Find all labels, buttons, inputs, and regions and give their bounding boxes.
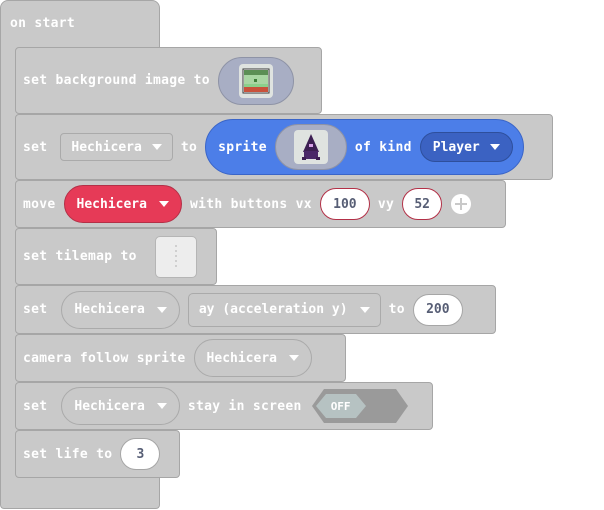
- property-dropdown-label: ay (acceleration y): [198, 302, 348, 317]
- set-label: set: [23, 302, 48, 317]
- accel-sprite-dropdown-label: Hechicera: [74, 302, 145, 317]
- chevron-down-icon: [151, 144, 162, 150]
- wizard-sprite-icon: [293, 130, 328, 164]
- stay-in-screen-toggle[interactable]: OFF: [311, 389, 408, 423]
- set-background-image-block[interactable]: set background image to: [15, 47, 322, 114]
- chevron-down-icon: [489, 144, 500, 150]
- stay-sprite-dropdown-label: Hechicera: [74, 398, 145, 414]
- on-start-label: on start: [10, 16, 76, 31]
- property-dropdown[interactable]: ay (acceleration y): [187, 292, 381, 327]
- vx-input[interactable]: 100: [319, 188, 370, 220]
- stay-in-screen-label: stay in screen: [187, 398, 302, 414]
- with-buttons-vx-label: with buttons vx: [189, 196, 312, 212]
- accel-sprite-dropdown[interactable]: Hechicera: [61, 290, 180, 329]
- add-plus-icon[interactable]: [450, 193, 472, 215]
- variable-dropdown-label: Hechicera: [71, 139, 142, 155]
- kind-dropdown-label: Player: [432, 139, 480, 155]
- set-life-label: set life to: [23, 446, 113, 462]
- tilemap-thumbnail-icon: [174, 244, 177, 267]
- background-image-thumbnail-icon: [238, 63, 273, 98]
- camera-sprite-dropdown-label: Hechicera: [206, 350, 277, 366]
- set-sprite-block[interactable]: set Hechicera to sprite of kind Player: [15, 114, 553, 180]
- life-value-input[interactable]: 3: [120, 438, 161, 470]
- to-label: to: [388, 302, 405, 317]
- toggle-off-label: OFF: [330, 399, 351, 413]
- vy-label: vy: [377, 196, 395, 212]
- variable-dropdown[interactable]: Hechicera: [60, 133, 173, 161]
- move-sprite-dropdown[interactable]: Hechicera: [63, 185, 182, 223]
- sprite-image-picker[interactable]: [274, 124, 347, 170]
- set-life-block[interactable]: set life to 3: [15, 430, 180, 478]
- chevron-down-icon: [156, 306, 167, 313]
- background-image-picker[interactable]: [217, 56, 294, 105]
- move-label: move: [23, 196, 56, 212]
- kind-dropdown[interactable]: Player: [419, 132, 513, 162]
- set-label: set: [23, 398, 48, 414]
- tilemap-picker[interactable]: [154, 235, 197, 278]
- camera-sprite-dropdown[interactable]: Hechicera: [193, 339, 312, 377]
- sprite-of-kind-block[interactable]: sprite of kind Player: [205, 119, 524, 175]
- chevron-down-icon: [289, 355, 299, 361]
- move-sprite-dropdown-label: Hechicera: [76, 196, 147, 212]
- chevron-down-icon: [359, 306, 370, 313]
- stay-sprite-dropdown[interactable]: Hechicera: [61, 387, 180, 425]
- camera-follow-label: camera follow sprite: [23, 350, 186, 366]
- to-label: to: [180, 139, 198, 155]
- of-kind-label: of kind: [354, 139, 412, 155]
- camera-follow-block[interactable]: camera follow sprite Hechicera: [15, 334, 346, 382]
- move-with-buttons-block[interactable]: move Hechicera with buttons vx 100 vy 52: [15, 180, 506, 228]
- acceleration-value-input[interactable]: 200: [412, 293, 463, 326]
- set-tilemap-block[interactable]: set tilemap to: [15, 228, 217, 285]
- vy-input[interactable]: 52: [402, 188, 443, 220]
- set-background-image-label: set background image to: [23, 73, 210, 88]
- set-tilemap-label: set tilemap to: [23, 249, 137, 264]
- stay-in-screen-block[interactable]: set Hechicera stay in screen OFF: [15, 382, 433, 430]
- sprite-label: sprite: [218, 139, 267, 155]
- set-acceleration-block[interactable]: set Hechicera ay (acceleration y) to 200: [15, 285, 496, 334]
- set-label: set: [23, 139, 48, 155]
- chevron-down-icon: [156, 403, 167, 409]
- chevron-down-icon: [158, 201, 169, 207]
